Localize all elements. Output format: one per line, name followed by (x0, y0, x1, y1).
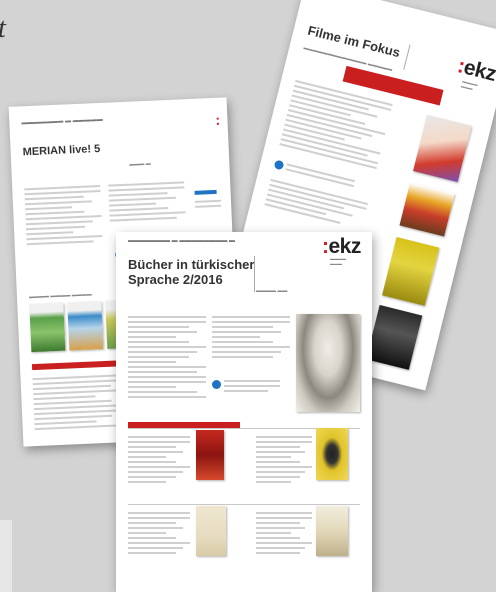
left-edge-strip (0, 520, 12, 592)
merian-text-col-2 (108, 181, 186, 224)
merian-side-text (194, 199, 222, 211)
buecher-info-text (224, 380, 280, 395)
buecher-title-separator (254, 256, 255, 292)
filme-title-separator (403, 44, 411, 70)
cropped-italic-glyph: t (0, 14, 12, 44)
buecher-item-1-cover[interactable] (196, 430, 224, 480)
buecher-item-4-cover[interactable] (316, 506, 348, 556)
buecher-logo-tagline: ▬▬▬▬ ▬▬▬ (330, 256, 346, 266)
merian-header: ▬▬▬▬▬▬▬ ▬ ▬▬▬▬▬ (21, 116, 103, 127)
merian-logo-fragment: : (215, 111, 220, 128)
buecher-date: ▬▬▬▬ ▬▬ (256, 288, 288, 294)
buecher-feature-cover[interactable] (296, 314, 360, 412)
merian-text-col-1 (24, 184, 103, 248)
sheet-buecher-tuerkisch[interactable]: ▬▬▬▬▬▬▬ ▬ ▬▬▬▬▬▬▬▬ ▬ :ekz ▬▬▬▬ ▬▬▬ Bücher… (116, 232, 372, 592)
filme-cover-1[interactable] (413, 114, 472, 183)
merian-small-label: ▬▬▬▬ ▬▬▬▬ ▬▬▬▬ (28, 291, 92, 301)
buecher-item-3-text (128, 512, 190, 557)
buecher-header: ▬▬▬▬▬▬▬ ▬ ▬▬▬▬▬▬▬▬ ▬ (128, 238, 236, 244)
filme-cover-3[interactable] (382, 237, 440, 306)
buecher-divider-2 (128, 504, 360, 505)
buecher-title-line-1: Bücher in türkischer (128, 257, 255, 272)
merian-date: ▬▬▬ ▬ (129, 160, 151, 168)
merian-cover-2[interactable] (67, 301, 104, 351)
merian-blue-label (194, 189, 217, 195)
buecher-text-col-1 (128, 316, 206, 401)
buecher-title-line-2: Sprache 2/2016 (128, 271, 223, 287)
buecher-title: Bücher in türkischer Sprache 2/2016 (128, 257, 255, 287)
filme-info-icon (273, 159, 285, 171)
buecher-item-4-text (256, 512, 312, 557)
filme-cover-2[interactable] (399, 182, 455, 237)
buecher-item-1-text (128, 436, 190, 486)
buecher-item-2-cover[interactable] (316, 428, 348, 480)
buecher-text-col-2 (212, 316, 290, 361)
merian-cover-1[interactable] (29, 302, 66, 353)
merian-title: MERIAN live! 5 (22, 142, 101, 159)
buecher-item-2-text (256, 436, 312, 486)
buecher-item-3-cover[interactable] (196, 506, 226, 556)
filme-cover-4[interactable] (366, 304, 423, 370)
buecher-ekz-logo: :ekz (322, 235, 361, 258)
buecher-info-icon (212, 380, 221, 389)
filme-text-block (279, 79, 393, 172)
